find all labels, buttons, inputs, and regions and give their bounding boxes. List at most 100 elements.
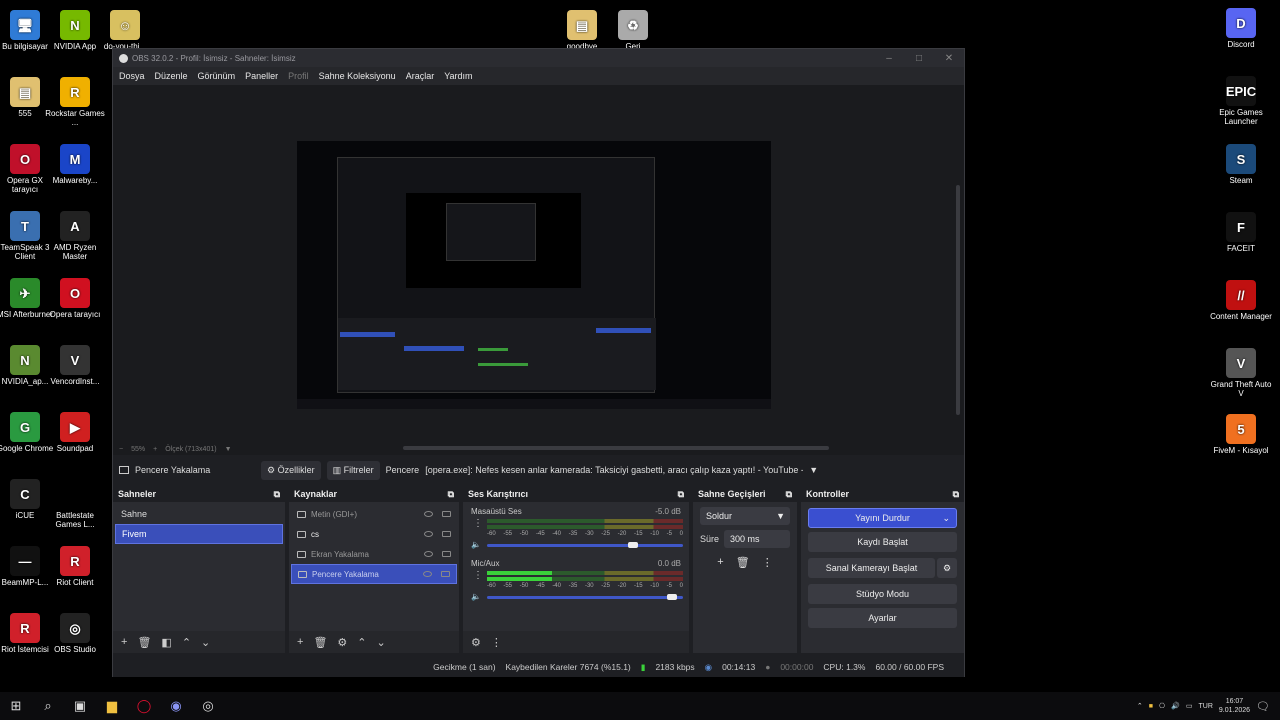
menu-scene-collection[interactable]: Sahne Koleksiyonu: [319, 71, 396, 81]
visibility-eye-icon[interactable]: [423, 571, 432, 577]
scene-item[interactable]: Fivem: [115, 524, 283, 544]
lock-icon[interactable]: [442, 531, 451, 537]
desktop-icon[interactable]: S Steam: [1210, 144, 1272, 185]
preview-canvas[interactable]: [113, 85, 964, 443]
move-down-icon[interactable]: ⌄: [201, 636, 210, 649]
source-item[interactable]: Pencere Yakalama: [291, 564, 457, 584]
remove-scene-button[interactable]: 🗑: [137, 636, 151, 649]
add-transition-button[interactable]: +: [717, 556, 723, 569]
lock-icon[interactable]: [442, 551, 451, 557]
desktop-icon[interactable]: 5 FiveM - Kısayol: [1210, 414, 1272, 455]
window-select[interactable]: [opera.exe]: Nefes kesen anlar kamerada:…: [425, 465, 803, 475]
dock-undock-icon[interactable]: ⧉: [448, 489, 454, 500]
windows-start-icon[interactable]: ⊞: [0, 692, 32, 720]
desktop-icon[interactable]: ♻ Geri: [602, 10, 664, 51]
volume-slider-knob[interactable]: [628, 542, 639, 548]
language-indicator[interactable]: TUR: [1198, 703, 1212, 710]
lock-icon[interactable]: [442, 511, 451, 517]
menu-tools[interactable]: Araçlar: [406, 71, 435, 81]
speaker-icon[interactable]: 🔈: [471, 540, 481, 549]
desktop-icon[interactable]: EPIC Epic Games Launcher: [1210, 76, 1272, 126]
opera-gx-icon[interactable]: ◯: [128, 692, 160, 720]
stop-stream-button[interactable]: Yayını Durdur ⌄: [808, 508, 957, 528]
source-item[interactable]: Metin (GDI+): [291, 504, 457, 524]
desktop-icon[interactable]: D Discord: [1210, 8, 1272, 49]
more-options-icon[interactable]: ⋮: [762, 556, 773, 569]
search-icon[interactable]: ⌕: [32, 692, 64, 720]
battery-icon[interactable]: ▭: [1186, 702, 1193, 710]
dock-undock-icon[interactable]: ⧉: [274, 489, 280, 500]
volume-slider-knob[interactable]: [667, 594, 678, 600]
scene-item[interactable]: Sahne: [115, 504, 283, 524]
more-options-icon[interactable]: ⋮: [491, 636, 502, 649]
desktop-icon[interactable]: ◎ OBS Studio: [44, 613, 106, 654]
add-source-button[interactable]: +: [297, 636, 303, 648]
desktop-icon[interactable]: ☺ do-you-thi...: [94, 10, 156, 51]
desktop-icon-label: Riot Client: [56, 578, 94, 587]
tray-app-icon[interactable]: ■: [1149, 703, 1153, 710]
studio-mode-button[interactable]: Stüdyo Modu: [808, 584, 957, 604]
menu-file[interactable]: Dosya: [119, 71, 145, 81]
zoom-out-button[interactable]: −: [119, 446, 123, 453]
file-explorer-icon[interactable]: ▆: [96, 692, 128, 720]
network-icon[interactable]: ⎔: [1159, 702, 1165, 710]
minimize-button[interactable]: –: [874, 53, 904, 64]
channel-menu-icon[interactable]: ⋮: [473, 518, 483, 529]
desktop-icon[interactable]: // Content Manager: [1210, 280, 1272, 321]
remove-transition-button[interactable]: 🗑: [736, 556, 750, 569]
horizontal-scrollbar[interactable]: [403, 446, 829, 450]
advanced-audio-icon[interactable]: ⚙: [471, 636, 481, 649]
volume-icon[interactable]: 🔊: [1171, 702, 1180, 710]
add-scene-button[interactable]: +: [121, 636, 127, 648]
task-view-icon[interactable]: ▣: [64, 692, 96, 720]
desktop-icon[interactable]: R Riot Client: [44, 546, 106, 587]
lock-icon[interactable]: [441, 571, 450, 577]
virtual-cam-settings-button[interactable]: ⚙: [937, 558, 957, 578]
visibility-eye-icon[interactable]: [424, 511, 433, 517]
dock-undock-icon[interactable]: ⧉: [786, 489, 792, 500]
visibility-eye-icon[interactable]: [424, 551, 433, 557]
dock-undock-icon[interactable]: ⧉: [953, 489, 959, 500]
chevron-up-icon[interactable]: ⌃: [1137, 702, 1143, 710]
move-down-icon[interactable]: ⌄: [377, 636, 386, 649]
menu-help[interactable]: Yardım: [444, 71, 472, 81]
duration-input[interactable]: 300 ms: [724, 530, 790, 548]
channel-menu-icon[interactable]: ⋮: [473, 570, 483, 581]
desktop-icon[interactable]: F FACEIT: [1210, 212, 1272, 253]
source-properties-button[interactable]: ⚙: [337, 636, 347, 649]
properties-button[interactable]: ⚙ Özellikler: [261, 460, 321, 480]
transition-select[interactable]: Soldur ▼: [700, 507, 790, 525]
desktop-icon[interactable]: Battlestate Games L...: [44, 479, 106, 529]
volume-slider[interactable]: [487, 542, 683, 548]
settings-button[interactable]: Ayarlar: [808, 608, 957, 628]
desktop-icon[interactable]: R Rockstar Games ...: [44, 77, 106, 127]
start-record-button[interactable]: Kaydı Başlat: [808, 532, 957, 552]
visibility-eye-icon[interactable]: [424, 531, 433, 537]
maximize-button[interactable]: □: [904, 53, 934, 64]
scene-filter-button[interactable]: ◧: [161, 636, 171, 649]
vertical-scrollbar[interactable]: [956, 185, 960, 415]
desktop-icon[interactable]: V Grand Theft Auto V: [1210, 348, 1272, 398]
close-button[interactable]: ✕: [934, 53, 964, 64]
filters-button[interactable]: ▥ Filtreler: [326, 460, 380, 480]
clock[interactable]: 16:07 9.01.2026: [1219, 697, 1250, 715]
move-up-icon[interactable]: ⌃: [182, 636, 191, 649]
menu-docks[interactable]: Paneller: [245, 71, 278, 81]
zoom-in-button[interactable]: +: [153, 446, 157, 453]
notification-icon[interactable]: 🗨: [1256, 700, 1270, 713]
menu-edit[interactable]: Düzenle: [155, 71, 188, 81]
scale-dropdown-icon[interactable]: ▼: [225, 446, 232, 453]
source-item[interactable]: cs: [291, 524, 457, 544]
speaker-icon[interactable]: 🔈: [471, 592, 481, 601]
menu-view[interactable]: Görünüm: [198, 71, 236, 81]
start-virtual-cam-button[interactable]: Sanal Kamerayı Başlat: [808, 558, 935, 578]
remove-source-button[interactable]: 🗑: [313, 636, 327, 649]
dock-undock-icon[interactable]: ⧉: [678, 489, 684, 500]
obs-icon[interactable]: ◎: [192, 692, 224, 720]
discord-icon[interactable]: ◉: [160, 692, 192, 720]
move-up-icon[interactable]: ⌃: [357, 636, 366, 649]
volume-slider[interactable]: [487, 594, 683, 600]
menu-profile[interactable]: Profil: [288, 71, 309, 81]
chevron-down-icon[interactable]: ▼: [809, 465, 818, 475]
source-item[interactable]: Ekran Yakalama: [291, 544, 457, 564]
